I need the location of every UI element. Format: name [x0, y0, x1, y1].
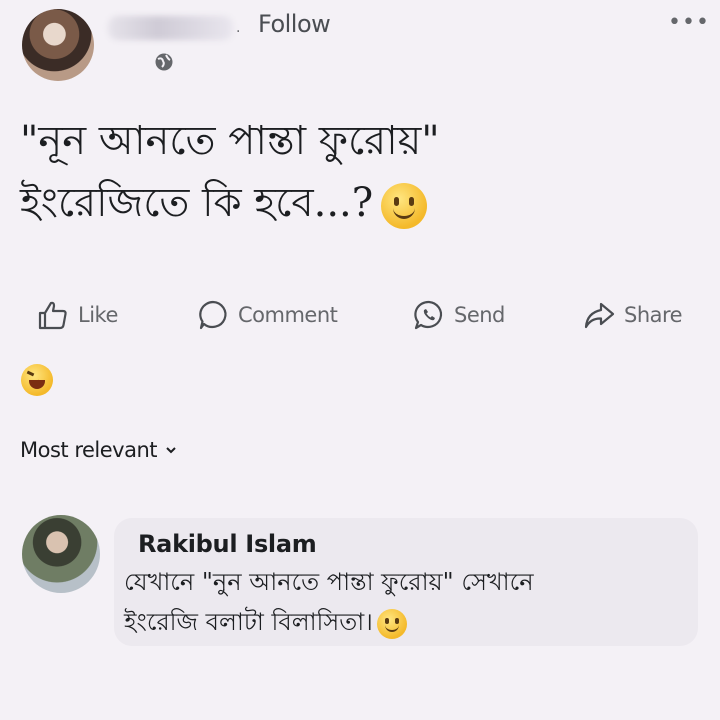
post-text-line: ইংরেজিতে কি হবে...? — [20, 172, 640, 234]
more-options-icon[interactable]: ••• — [668, 10, 710, 35]
poster-avatar[interactable] — [22, 9, 94, 81]
haha-reaction-icon[interactable] — [21, 364, 53, 396]
comment-button[interactable]: Comment — [196, 298, 338, 332]
like-button[interactable]: Like — [36, 298, 118, 332]
follow-button[interactable]: Follow — [258, 10, 331, 38]
share-label: Share — [624, 303, 683, 327]
post-text-line: "নূন আনতে পান্তা ফুরোয়" — [20, 118, 440, 164]
send-label: Send — [454, 303, 505, 327]
comment-label: Comment — [238, 303, 338, 327]
chevron-down-icon — [166, 447, 176, 454]
send-button[interactable]: Send — [412, 298, 505, 332]
comment-text-line: ইংরেজি বলাটা বিলাসিতা। — [124, 602, 684, 642]
share-button[interactable]: Share — [582, 298, 683, 332]
poster-name-blurred[interactable] — [108, 16, 233, 40]
sort-label: Most relevant — [20, 438, 158, 462]
comment-text-line: যেখানে "নুন আনতে পান্তা ফুরোয়" সেখানে — [124, 568, 534, 596]
comment-icon — [199, 300, 227, 330]
separator-dot: · — [236, 24, 241, 40]
thumbs-up-icon — [38, 301, 67, 330]
post-body: "নূন আনতে পান্তা ফুরোয়" ইংরেজিতে কি হবে… — [20, 110, 640, 234]
comment-sort-dropdown[interactable]: Most relevant — [20, 438, 177, 462]
smile-emoji-icon — [376, 608, 407, 639]
comment-text-line-content: ইংরেজি বলাটা বিলাসিতা। — [124, 608, 373, 636]
commenter-avatar[interactable] — [22, 515, 100, 593]
messenger-icon — [414, 300, 443, 330]
like-label: Like — [78, 303, 118, 327]
post-action-bar: Like Comment Send Share — [0, 292, 720, 340]
share-icon — [584, 302, 615, 329]
comment-text: যেখানে "নুন আনতে পান্তা ফুরোয়" সেখানে ই… — [124, 562, 684, 642]
post-text-line-content: ইংরেজিতে কি হবে...? — [20, 180, 374, 226]
post-header: · Follow ••• — [0, 0, 720, 90]
smile-emoji-icon — [381, 183, 428, 229]
globe-icon — [155, 53, 173, 71]
commenter-name[interactable]: Rakibul Islam — [138, 530, 317, 558]
